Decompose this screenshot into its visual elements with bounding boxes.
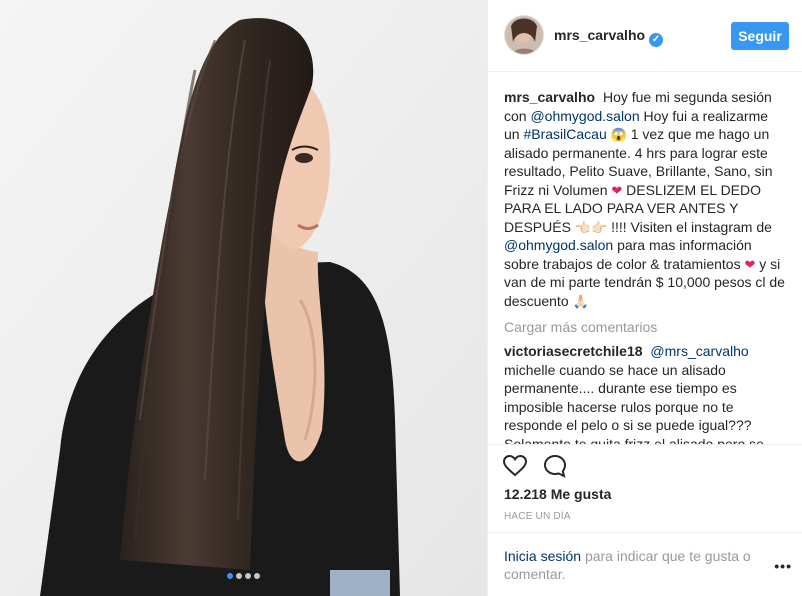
instagram-post: mrs_carvalho ✓ Seguir mrs_carvalho Hoy fu… — [0, 0, 802, 596]
avatar-image — [505, 16, 543, 54]
verified-badge-icon: ✓ — [649, 33, 664, 47]
caption-mention-1[interactable]: @ohmygod.salon — [530, 108, 639, 124]
praying-hands-emoji-icon: 🙏🏻 — [572, 293, 589, 309]
post-header: mrs_carvalho ✓ Seguir — [488, 0, 802, 72]
post-caption: mrs_carvalho Hoy fue mi segunda sesión c… — [504, 88, 787, 310]
comments-section: mrs_carvalho Hoy fue mi segunda sesión c… — [488, 72, 802, 444]
post-photo[interactable] — [0, 0, 487, 596]
comment-mention[interactable]: @mrs_carvalho — [650, 343, 748, 359]
carousel-dot[interactable] — [254, 573, 260, 579]
caption-username[interactable]: mrs_carvalho — [504, 89, 595, 105]
carousel-dot[interactable] — [236, 573, 242, 579]
comment-text: michelle cuando se hace un alisado perma… — [504, 361, 764, 445]
comment-username[interactable]: victoriasecretchile18 — [504, 343, 643, 359]
heart-emoji-icon-2: ❤ — [744, 256, 756, 272]
header-username-text[interactable]: mrs_carvalho — [554, 27, 645, 43]
header-username[interactable]: mrs_carvalho ✓ — [554, 27, 664, 47]
speech-bubble-icon[interactable] — [542, 453, 568, 479]
carousel-indicator — [0, 566, 487, 582]
caption-mention-2[interactable]: @ohmygod.salon — [504, 237, 613, 253]
carousel-dot[interactable] — [227, 573, 233, 579]
action-bar — [488, 444, 802, 484]
caption-text-5: !!!! Visiten el instagram de — [611, 218, 772, 235]
pointing-hands-emoji-icon: 👈🏻👉🏻 — [574, 219, 608, 235]
photo-illustration — [0, 0, 487, 596]
heart-emoji-icon: ❤ — [611, 182, 623, 198]
post-sidebar: mrs_carvalho ✓ Seguir mrs_carvalho Hoy fu… — [487, 0, 802, 596]
login-prompt: Inicia sesión para indicar que te gusta … — [488, 532, 802, 583]
follow-button[interactable]: Seguir — [731, 22, 789, 50]
scream-emoji-icon: 😱 — [610, 127, 627, 142]
caption-hashtag[interactable]: #BrasilCacau — [523, 126, 606, 142]
login-link[interactable]: Inicia sesión — [504, 548, 581, 564]
likes-count[interactable]: 12.218 Me gusta — [504, 486, 611, 502]
load-more-comments[interactable]: Cargar más comentarios — [504, 318, 787, 336]
avatar[interactable] — [504, 15, 544, 55]
comment-item: victoriasecretchile18 @mrs_carvalho mich… — [504, 342, 787, 444]
carousel-dot[interactable] — [245, 573, 251, 579]
post-timestamp: HACE UN DÍA — [504, 511, 571, 522]
heart-outline-icon[interactable] — [502, 453, 528, 479]
ellipsis-icon[interactable]: ••• — [774, 558, 792, 574]
